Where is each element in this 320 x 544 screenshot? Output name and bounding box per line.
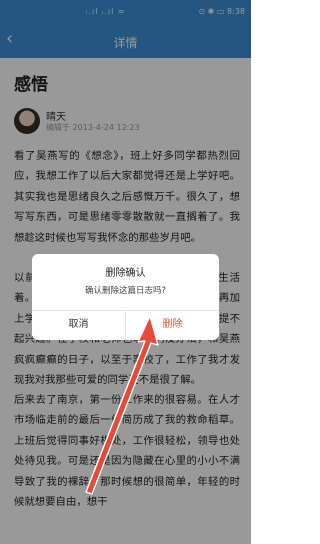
delete-button[interactable]: 删除 bbox=[126, 310, 219, 340]
delete-confirm-dialog: 删除确认 确认删除这篇日志吗? 取消 删除 bbox=[32, 254, 219, 340]
dialog-title: 删除确认 bbox=[105, 268, 146, 279]
dialog-message: 确认删除这篇日志吗? bbox=[84, 286, 166, 296]
cancel-button[interactable]: 取消 bbox=[32, 310, 125, 340]
